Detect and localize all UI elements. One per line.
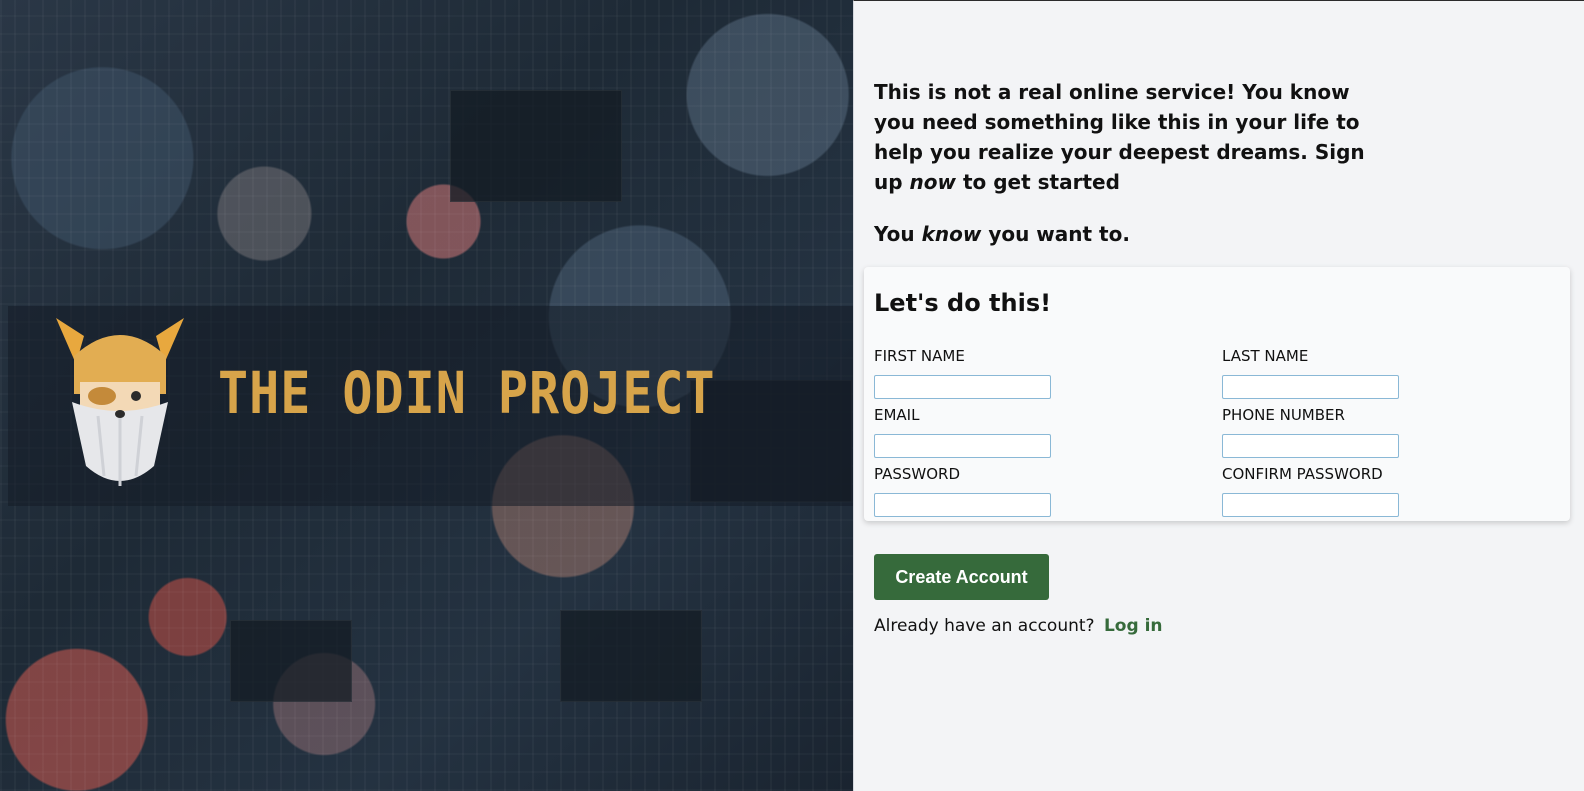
- last-name-field: LAST NAME: [1222, 347, 1522, 399]
- confirm-password-input[interactable]: [1222, 493, 1399, 517]
- login-prompt: Already have an account? Log in: [874, 616, 1163, 636]
- circuit-chip: [560, 610, 702, 702]
- phone-number-label: PHONE NUMBER: [1222, 406, 1345, 424]
- form-title: Let's do this!: [874, 289, 1052, 317]
- signup-form-card: Let's do this! FIRST NAME LAST NAME EMAI…: [864, 267, 1570, 521]
- email-field: EMAIL: [874, 406, 1174, 458]
- confirm-password-label: CONFIRM PASSWORD: [1222, 465, 1383, 483]
- hero-background-image: THE ODIN PROJECT: [0, 0, 853, 791]
- signup-page: THE ODIN PROJECT This is not a real onli…: [0, 0, 1584, 791]
- log-in-link[interactable]: Log in: [1104, 616, 1163, 636]
- odin-viking-head-icon: [56, 318, 184, 486]
- tagline-part: you want to.: [981, 222, 1130, 246]
- confirm-password-field: CONFIRM PASSWORD: [1222, 465, 1522, 517]
- phone-number-input[interactable]: [1222, 434, 1399, 458]
- intro-text-part: to get started: [956, 170, 1120, 194]
- first-name-input[interactable]: [874, 375, 1051, 399]
- brand-name: THE ODIN PROJECT: [218, 360, 716, 427]
- login-prompt-text: Already have an account?: [874, 616, 1095, 636]
- signup-panel: This is not a real online service! You k…: [853, 0, 1584, 791]
- intro-tagline: You know you want to.: [874, 219, 1374, 249]
- circuit-chip: [450, 90, 622, 202]
- last-name-label: LAST NAME: [1222, 347, 1309, 365]
- last-name-input[interactable]: [1222, 375, 1399, 399]
- first-name-label: FIRST NAME: [874, 347, 965, 365]
- email-input[interactable]: [874, 434, 1051, 458]
- email-label: EMAIL: [874, 406, 920, 424]
- first-name-field: FIRST NAME: [874, 347, 1174, 399]
- circuit-chip: [230, 620, 352, 702]
- intro-emphasis: now: [909, 170, 956, 194]
- password-field: PASSWORD: [874, 465, 1174, 517]
- intro-text: This is not a real online service! You k…: [874, 77, 1374, 249]
- create-account-button[interactable]: Create Account: [874, 554, 1049, 600]
- tagline-emphasis: know: [921, 222, 982, 246]
- intro-paragraph: This is not a real online service! You k…: [874, 77, 1374, 197]
- phone-number-field: PHONE NUMBER: [1222, 406, 1522, 458]
- password-input[interactable]: [874, 493, 1051, 517]
- tagline-part: You: [874, 222, 922, 246]
- password-label: PASSWORD: [874, 465, 961, 483]
